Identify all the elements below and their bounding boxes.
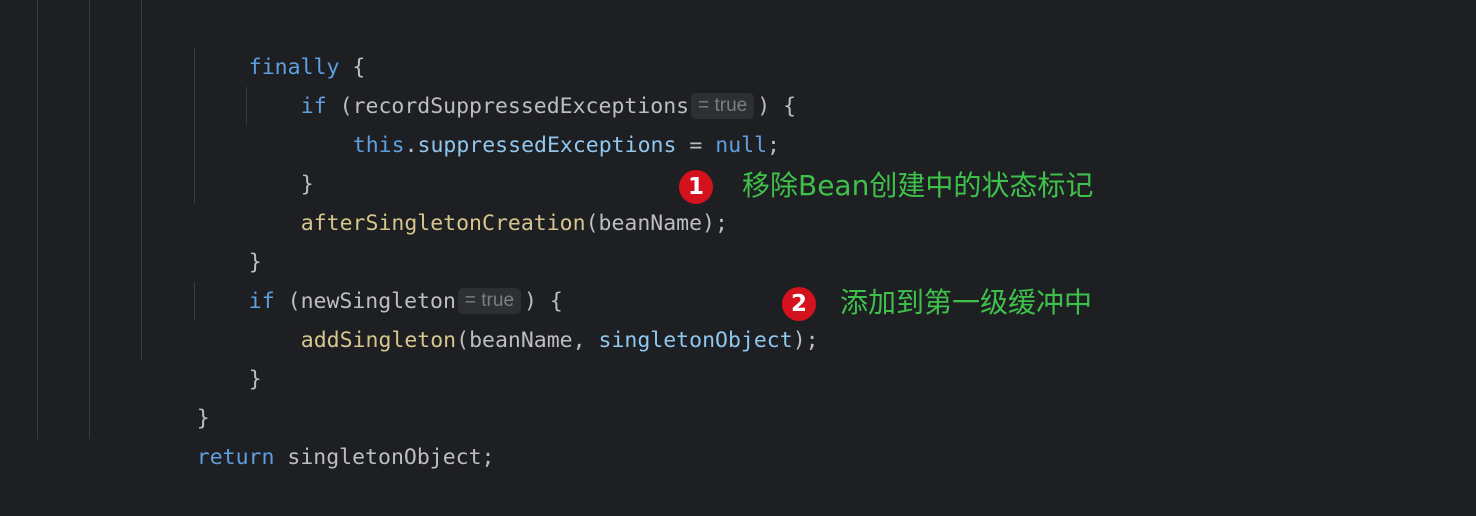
indent-guide [89, 0, 90, 439]
code-token: . [404, 133, 418, 158]
code-line[interactable]: this.suppressedExceptions = null; [301, 87, 780, 158]
field-name: suppressedExceptions [417, 133, 677, 158]
annotation-text-1: 移除Bean创建中的状态标记 [742, 169, 1094, 202]
code-line[interactable]: if (recordSuppressedExceptions = true) { [249, 48, 796, 119]
keyword: null [715, 133, 768, 158]
code-token: (beanName, [456, 328, 599, 353]
closing-brace: } [248, 367, 262, 392]
indent-guide [194, 282, 195, 320]
indent-guide [246, 87, 247, 125]
field-name: singletonObject [598, 328, 793, 353]
keyword: return [196, 445, 275, 470]
code-token: ); [792, 328, 819, 353]
code-line[interactable]: } [249, 126, 314, 197]
code-line[interactable]: addSingleton(beanName, singletonObject); [249, 282, 819, 353]
code-token: = [676, 133, 716, 158]
indent-guide [37, 0, 38, 439]
keyword: this [352, 133, 405, 158]
annotation-badge-2: 2 [782, 287, 816, 321]
code-line[interactable]: } [197, 321, 262, 392]
annotation-text-2: 添加到第一级缓冲中 [840, 286, 1093, 319]
method-call: afterSingletonCreation [300, 211, 586, 236]
code-line[interactable]: return singletonObject; [145, 399, 495, 470]
indent-guide [141, 0, 142, 360]
annotation-badge-1: 1 [679, 170, 713, 204]
code-token: (beanName); [585, 211, 728, 236]
code-editor[interactable]: finally { if (recordSuppressedExceptions… [0, 0, 1476, 470]
code-line[interactable]: afterSingletonCreation(beanName); [249, 165, 728, 236]
code-line[interactable]: finally { [197, 9, 366, 80]
method-call: addSingleton [300, 328, 457, 353]
code-token: ; [767, 133, 780, 158]
code-line[interactable]: } [145, 360, 210, 431]
code-token: singletonObject; [274, 445, 495, 470]
indent-guide [194, 48, 195, 204]
code-line[interactable]: if (newSingleton = true) { [197, 243, 563, 314]
code-line[interactable]: } [197, 204, 262, 275]
